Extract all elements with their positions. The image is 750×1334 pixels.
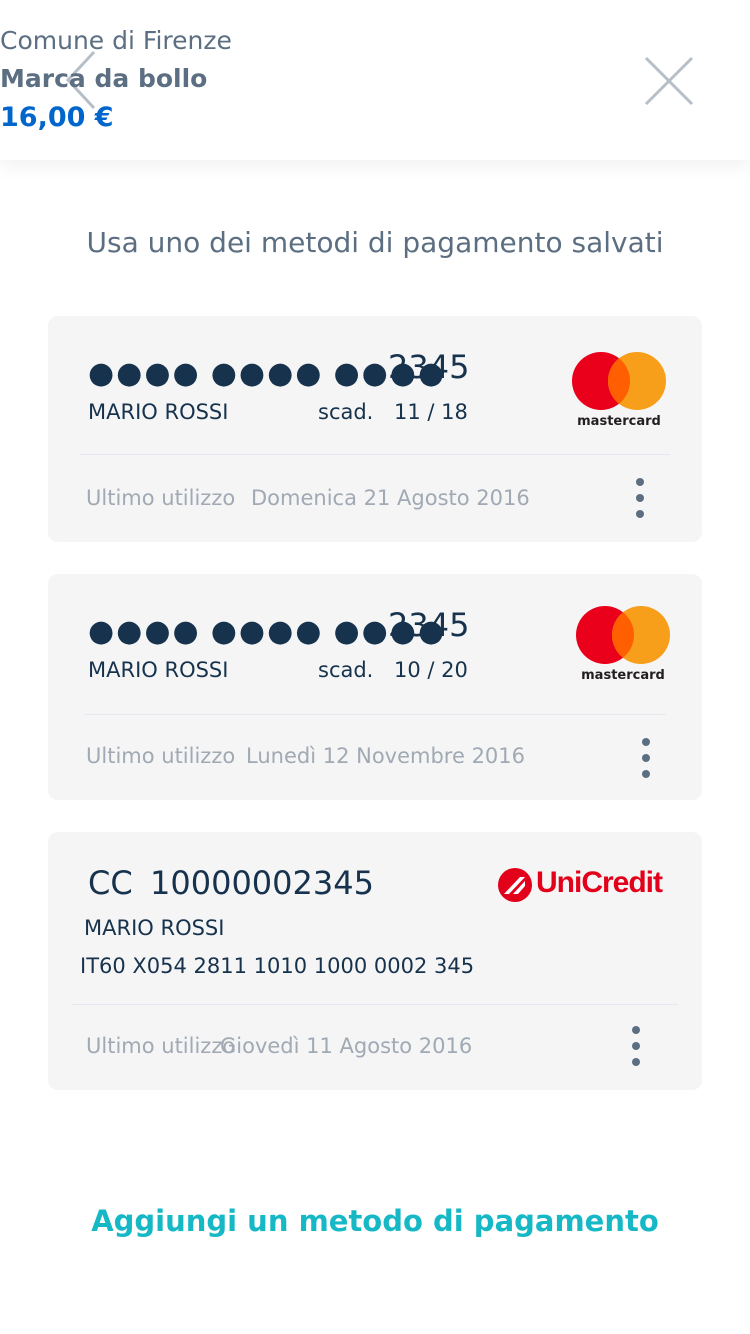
- mastercard-logo: mastercard: [574, 606, 674, 686]
- last-used-label: Ultimo utilizzo: [86, 1034, 236, 1058]
- account-holder: MARIO ROSSI: [84, 916, 225, 940]
- last-used-date: Domenica 21 Agosto 2016: [251, 486, 530, 510]
- saved-card[interactable]: ●●●● ●●●● ●●●● 2345 MARIO ROSSI scad. 10 /…: [48, 574, 702, 800]
- card-last-digits: 2345: [388, 348, 470, 386]
- iban: IT60 X054 2811 1010 1000 0002 345: [80, 954, 475, 978]
- entity-name: Comune di Firenze: [0, 26, 232, 55]
- account-type: CC: [88, 864, 133, 902]
- divider: [80, 454, 670, 455]
- expiry-date: 10 / 20: [394, 658, 468, 682]
- account-number: 10000002345: [150, 864, 374, 902]
- divider: [84, 714, 666, 715]
- card-last-digits: 2345: [388, 606, 470, 644]
- last-used-label: Ultimo utilizzo: [86, 486, 236, 510]
- card-holder: MARIO ROSSI: [88, 658, 229, 682]
- expiry-date: 11 / 18: [394, 400, 468, 424]
- unicredit-wordmark: UniCredit: [536, 866, 663, 899]
- payment-methods-screen: Comune di Firenze Marca da bollo 16,00 €…: [0, 0, 750, 1334]
- close-button[interactable]: [642, 54, 696, 108]
- mastercard-logo: mastercard: [570, 352, 670, 432]
- last-used-label: Ultimo utilizzo: [86, 744, 236, 768]
- header: Comune di Firenze Marca da bollo 16,00 €: [0, 0, 750, 160]
- service-name: Marca da bollo: [0, 64, 208, 93]
- mastercard-wordmark: mastercard: [577, 414, 661, 429]
- close-icon: [644, 56, 694, 106]
- more-options-icon[interactable]: [624, 1024, 648, 1068]
- mastercard-overlap: [608, 352, 630, 410]
- section-title: Usa uno dei metodi di pagamento salvati: [86, 226, 664, 259]
- expiry-label: scad.: [318, 658, 374, 682]
- last-used-date: Giovedì 11 Agosto 2016: [220, 1034, 473, 1058]
- expiry-label: scad.: [318, 400, 374, 424]
- saved-card[interactable]: ●●●● ●●●● ●●●● 2345 MARIO ROSSI scad. 11 /…: [48, 316, 702, 542]
- divider: [72, 1004, 678, 1005]
- more-options-icon[interactable]: [634, 736, 658, 780]
- last-used-date: Lunedì 12 Novembre 2016: [246, 744, 526, 768]
- unicredit-mark-icon: [498, 868, 532, 902]
- mastercard-wordmark: mastercard: [581, 668, 665, 683]
- unicredit-logo: UniCredit: [498, 866, 674, 906]
- mastercard-overlap: [612, 606, 634, 664]
- add-payment-method-link[interactable]: Aggiungi un metodo di pagamento: [0, 1204, 750, 1238]
- more-options-icon[interactable]: [628, 476, 652, 520]
- amount: 16,00 €: [0, 102, 114, 133]
- saved-bank-account[interactable]: CC 10000002345 MARIO ROSSI IT60 X054 281…: [48, 832, 702, 1090]
- card-holder: MARIO ROSSI: [88, 400, 229, 424]
